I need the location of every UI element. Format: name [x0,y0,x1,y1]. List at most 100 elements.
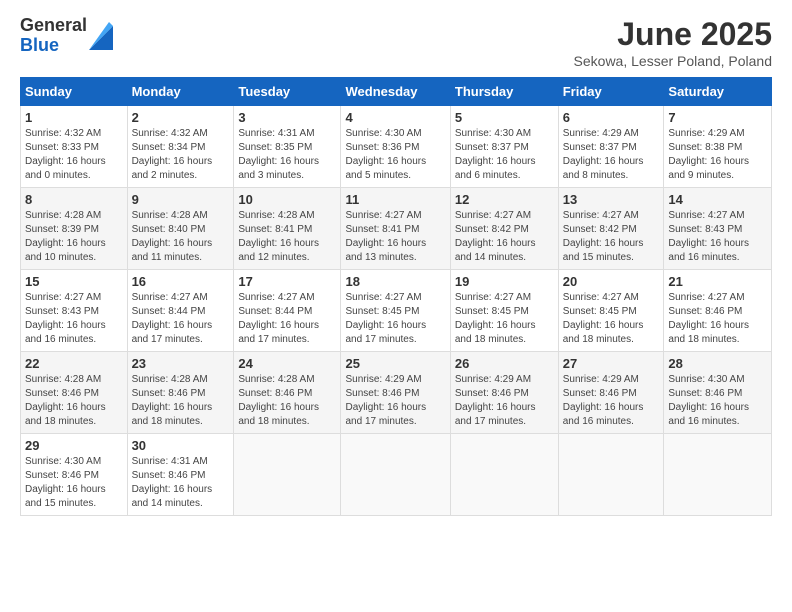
logo-text: General Blue [20,16,87,56]
day-info: Sunrise: 4:30 AM Sunset: 8:46 PM Dayligh… [668,373,767,429]
calendar-cell: 11 Sunrise: 4:27 AM Sunset: 8:41 PM Dayli… [341,188,450,270]
day-info: Sunrise: 4:30 AM Sunset: 8:36 PM Dayligh… [345,127,445,183]
day-info: Sunrise: 4:28 AM Sunset: 8:46 PM Dayligh… [132,373,230,429]
calendar-cell [341,434,450,516]
calendar-cell: 19 Sunrise: 4:27 AM Sunset: 8:45 PM Dayli… [450,270,558,352]
day-number: 10 [238,192,336,207]
calendar-cell: 8 Sunrise: 4:28 AM Sunset: 8:39 PM Daylig… [21,188,128,270]
calendar-cell: 27Sunrise: 4:29 AM Sunset: 8:46 PM Dayli… [558,352,664,434]
day-number: 18 [345,274,445,289]
calendar-cell: 7Sunrise: 4:29 AM Sunset: 8:38 PM Daylig… [664,106,772,188]
calendar-cell: 22 Sunrise: 4:28 AM Sunset: 8:46 PM Dayli… [21,352,128,434]
day-number: 24 [238,356,336,371]
calendar-day-header: Thursday [450,78,558,106]
calendar-day-header: Tuesday [234,78,341,106]
day-number: 5 [455,110,554,125]
calendar-table: SundayMondayTuesdayWednesdayThursdayFrid… [20,77,772,516]
day-number: 30 [132,438,230,453]
day-number: 29 [25,438,123,453]
calendar-cell: 16 Sunrise: 4:27 AM Sunset: 8:44 PM Dayli… [127,270,234,352]
month-title: June 2025 [574,16,772,53]
calendar-cell: 28 Sunrise: 4:30 AM Sunset: 8:46 PM Dayli… [664,352,772,434]
day-number: 26 [455,356,554,371]
day-info: Sunrise: 4:29 AM Sunset: 8:46 PM Dayligh… [563,373,660,429]
calendar-cell: 5 Sunrise: 4:30 AM Sunset: 8:37 PM Daylig… [450,106,558,188]
day-info: Sunrise: 4:29 AM Sunset: 8:37 PM Dayligh… [563,127,660,183]
day-number: 11 [345,192,445,207]
day-info: Sunrise: 4:29 AM Sunset: 8:46 PM Dayligh… [455,373,554,429]
calendar-cell: 23Sunrise: 4:28 AM Sunset: 8:46 PM Dayli… [127,352,234,434]
title-block: June 2025 Sekowa, Lesser Poland, Poland [574,16,772,69]
day-number: 16 [132,274,230,289]
calendar-header-row: SundayMondayTuesdayWednesdayThursdayFrid… [21,78,772,106]
calendar-week-row: 15 Sunrise: 4:27 AM Sunset: 8:43 PM Dayli… [21,270,772,352]
calendar-day-header: Monday [127,78,234,106]
calendar-cell: 24 Sunrise: 4:28 AM Sunset: 8:46 PM Dayli… [234,352,341,434]
calendar-cell: 10 Sunrise: 4:28 AM Sunset: 8:41 PM Dayli… [234,188,341,270]
day-number: 8 [25,192,123,207]
day-info: Sunrise: 4:28 AM Sunset: 8:46 PM Dayligh… [25,373,123,429]
day-number: 15 [25,274,123,289]
day-number: 25 [345,356,445,371]
day-info: Sunrise: 4:27 AM Sunset: 8:44 PM Dayligh… [132,291,230,347]
day-number: 2 [132,110,230,125]
day-info: Sunrise: 4:29 AM Sunset: 8:46 PM Dayligh… [345,373,445,429]
day-number: 22 [25,356,123,371]
calendar-cell: 6Sunrise: 4:29 AM Sunset: 8:37 PM Daylig… [558,106,664,188]
day-info: Sunrise: 4:27 AM Sunset: 8:42 PM Dayligh… [563,209,660,265]
logo-icon [89,22,113,50]
day-number: 17 [238,274,336,289]
calendar-cell: 18 Sunrise: 4:27 AM Sunset: 8:45 PM Dayli… [341,270,450,352]
day-number: 19 [455,274,554,289]
day-number: 9 [132,192,230,207]
calendar-day-header: Wednesday [341,78,450,106]
day-info: Sunrise: 4:28 AM Sunset: 8:39 PM Dayligh… [25,209,123,265]
calendar-day-header: Friday [558,78,664,106]
day-number: 1 [25,110,123,125]
calendar-cell: 20Sunrise: 4:27 AM Sunset: 8:45 PM Dayli… [558,270,664,352]
calendar-week-row: 8 Sunrise: 4:28 AM Sunset: 8:39 PM Daylig… [21,188,772,270]
calendar-day-header: Sunday [21,78,128,106]
calendar-day-header: Saturday [664,78,772,106]
calendar-week-row: 1 Sunrise: 4:32 AM Sunset: 8:33 PM Daylig… [21,106,772,188]
day-info: Sunrise: 4:32 AM Sunset: 8:34 PM Dayligh… [132,127,230,183]
calendar-cell: 15 Sunrise: 4:27 AM Sunset: 8:43 PM Dayli… [21,270,128,352]
logo-general: General [20,16,87,36]
calendar-cell: 21Sunrise: 4:27 AM Sunset: 8:46 PM Dayli… [664,270,772,352]
day-info: Sunrise: 4:28 AM Sunset: 8:46 PM Dayligh… [238,373,336,429]
day-info: Sunrise: 4:28 AM Sunset: 8:41 PM Dayligh… [238,209,336,265]
day-number: 14 [668,192,767,207]
subtitle: Sekowa, Lesser Poland, Poland [574,53,772,69]
day-number: 4 [345,110,445,125]
calendar-cell [234,434,341,516]
calendar-cell: 25 Sunrise: 4:29 AM Sunset: 8:46 PM Dayli… [341,352,450,434]
calendar-cell: 2 Sunrise: 4:32 AM Sunset: 8:34 PM Daylig… [127,106,234,188]
day-info: Sunrise: 4:27 AM Sunset: 8:44 PM Dayligh… [238,291,336,347]
calendar-cell: 30 Sunrise: 4:31 AM Sunset: 8:46 PM Dayli… [127,434,234,516]
calendar-cell: 1 Sunrise: 4:32 AM Sunset: 8:33 PM Daylig… [21,106,128,188]
logo-blue: Blue [20,36,87,56]
day-info: Sunrise: 4:27 AM Sunset: 8:43 PM Dayligh… [25,291,123,347]
calendar-cell: 13 Sunrise: 4:27 AM Sunset: 8:42 PM Dayli… [558,188,664,270]
day-info: Sunrise: 4:31 AM Sunset: 8:46 PM Dayligh… [132,455,230,511]
calendar-cell: 29Sunrise: 4:30 AM Sunset: 8:46 PM Dayli… [21,434,128,516]
calendar-cell: 14Sunrise: 4:27 AM Sunset: 8:43 PM Dayli… [664,188,772,270]
day-info: Sunrise: 4:27 AM Sunset: 8:45 PM Dayligh… [455,291,554,347]
day-info: Sunrise: 4:28 AM Sunset: 8:40 PM Dayligh… [132,209,230,265]
calendar-cell [450,434,558,516]
calendar-week-row: 29Sunrise: 4:30 AM Sunset: 8:46 PM Dayli… [21,434,772,516]
day-number: 13 [563,192,660,207]
day-info: Sunrise: 4:27 AM Sunset: 8:42 PM Dayligh… [455,209,554,265]
day-info: Sunrise: 4:32 AM Sunset: 8:33 PM Dayligh… [25,127,123,183]
day-number: 28 [668,356,767,371]
page: General Blue June 2025 Sekowa, Lesser Po… [0,0,792,612]
day-info: Sunrise: 4:30 AM Sunset: 8:37 PM Dayligh… [455,127,554,183]
day-info: Sunrise: 4:27 AM Sunset: 8:45 PM Dayligh… [345,291,445,347]
calendar-cell: 9 Sunrise: 4:28 AM Sunset: 8:40 PM Daylig… [127,188,234,270]
day-info: Sunrise: 4:27 AM Sunset: 8:41 PM Dayligh… [345,209,445,265]
day-info: Sunrise: 4:27 AM Sunset: 8:46 PM Dayligh… [668,291,767,347]
calendar-cell: 17 Sunrise: 4:27 AM Sunset: 8:44 PM Dayli… [234,270,341,352]
calendar-cell: 12Sunrise: 4:27 AM Sunset: 8:42 PM Dayli… [450,188,558,270]
calendar-week-row: 22 Sunrise: 4:28 AM Sunset: 8:46 PM Dayli… [21,352,772,434]
day-info: Sunrise: 4:29 AM Sunset: 8:38 PM Dayligh… [668,127,767,183]
